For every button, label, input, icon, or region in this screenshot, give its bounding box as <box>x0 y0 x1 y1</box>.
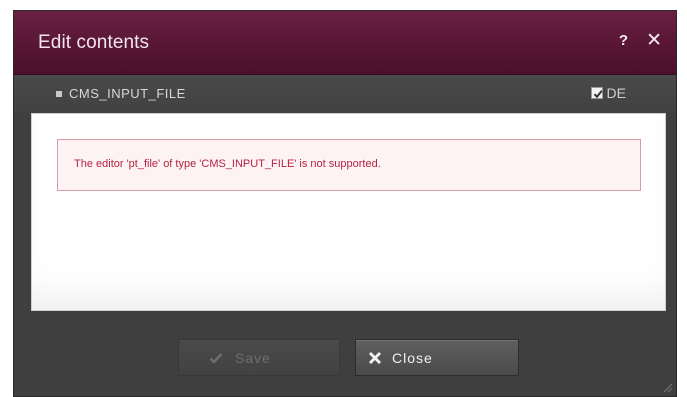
error-message-box: The editor 'pt_file' of type 'CMS_INPUT_… <box>57 139 641 191</box>
dialog-footer: Save Close <box>14 311 676 396</box>
close-icon[interactable]: ✕ <box>646 31 662 50</box>
dialog-title: Edit contents <box>38 32 150 53</box>
resize-grip-icon[interactable] <box>661 381 673 393</box>
dialog-titlebar[interactable]: Edit contents ? ✕ <box>14 11 676 75</box>
content-panel: The editor 'pt_file' of type 'CMS_INPUT_… <box>31 113 666 311</box>
save-button[interactable]: Save <box>178 339 340 376</box>
check-icon <box>209 352 223 364</box>
title-actions: ? ✕ <box>619 31 662 50</box>
save-label: Save <box>235 349 271 366</box>
field-name: CMS_INPUT_FILE <box>69 86 186 101</box>
language-toggle[interactable]: DE <box>590 85 626 101</box>
x-icon <box>368 351 382 365</box>
checkbox-icon[interactable] <box>590 87 603 99</box>
language-label: DE <box>606 85 626 101</box>
close-label: Close <box>392 349 433 366</box>
edit-contents-dialog: Edit contents ? ✕ CMS_INPUT_FILE DE The … <box>13 10 677 397</box>
help-icon[interactable]: ? <box>619 32 628 49</box>
square-bullet-icon <box>56 90 62 97</box>
error-message: The editor 'pt_file' of type 'CMS_INPUT_… <box>74 158 381 170</box>
field-label: CMS_INPUT_FILE <box>56 86 186 101</box>
field-header: CMS_INPUT_FILE DE <box>14 75 676 113</box>
close-button[interactable]: Close <box>355 339 519 376</box>
